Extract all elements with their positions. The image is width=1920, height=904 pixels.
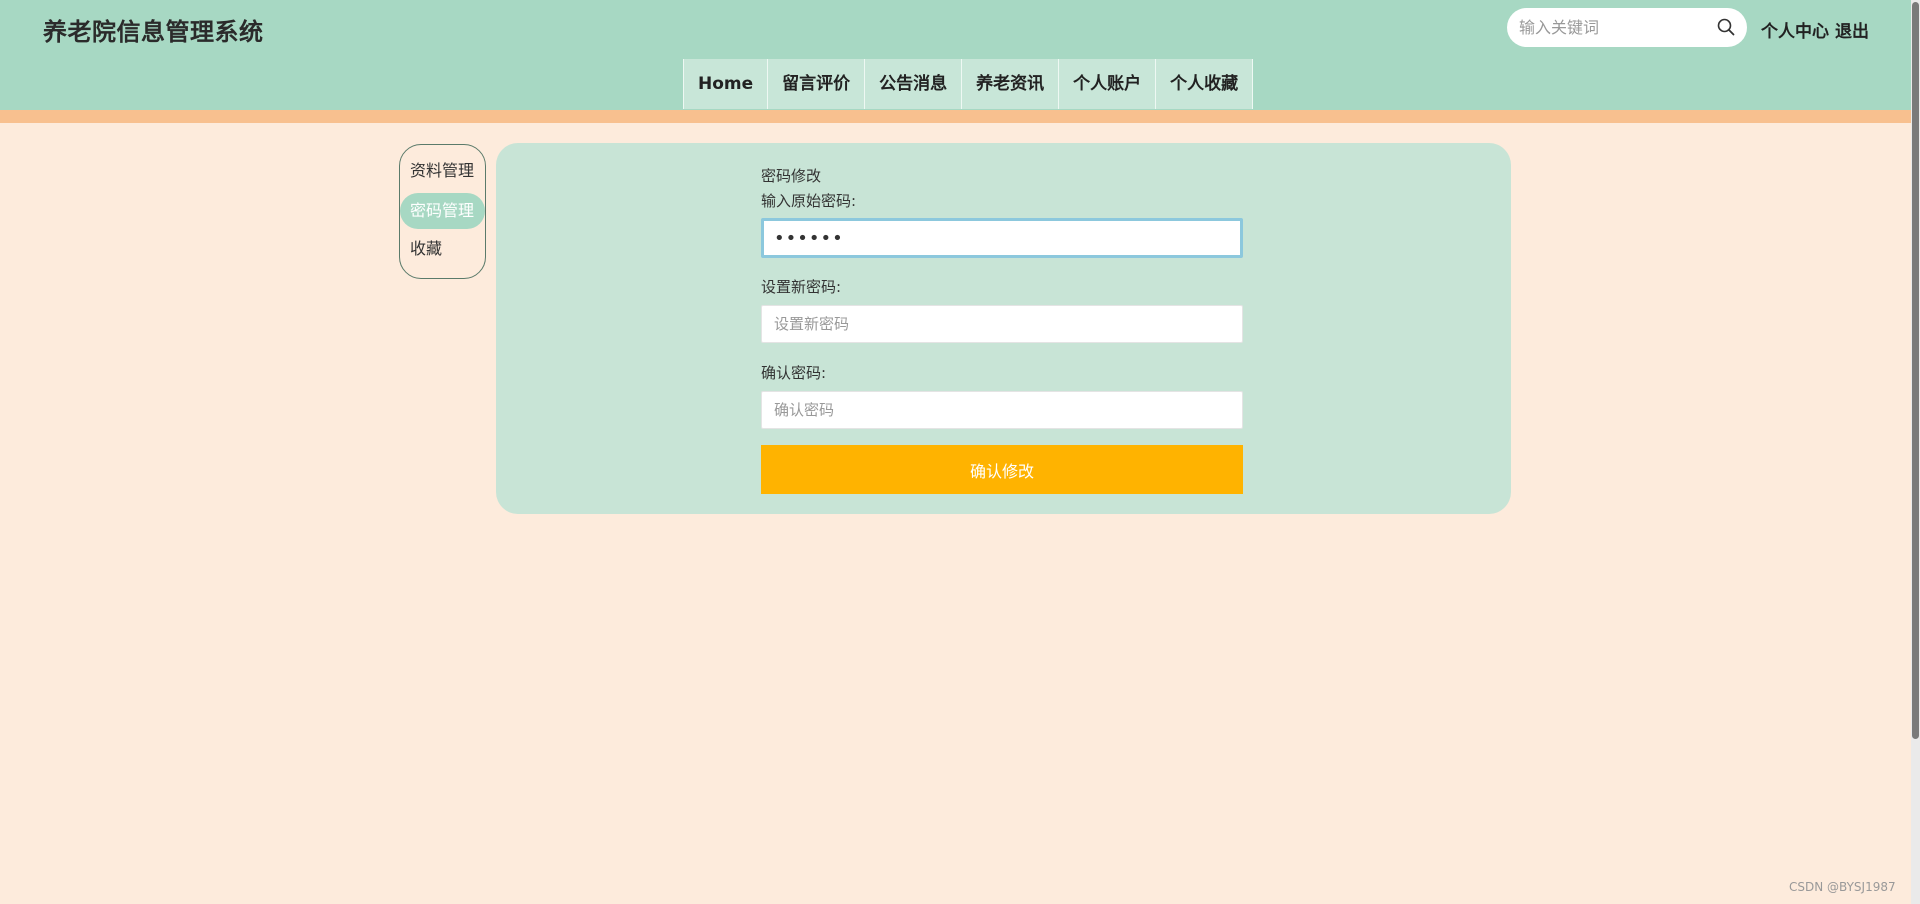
nav-item-home[interactable]: Home [683,59,769,109]
nav-item-reviews[interactable]: 留言评价 [768,59,866,109]
confirm-password-label: 确认密码: [761,364,827,382]
site-title: 养老院信息管理系统 [43,18,264,46]
logout-link[interactable]: 退出 [1835,17,1869,42]
scrollbar-thumb[interactable] [1912,2,1919,739]
side-item-favorites[interactable]: 收藏 [400,231,485,267]
new-password-field[interactable] [761,305,1243,343]
side-item-profile-management[interactable]: 资料管理 [400,153,485,189]
watermark: CSDN @BYSJ1987 [1789,880,1896,894]
confirm-password-field[interactable] [761,391,1243,429]
accent-bar [0,110,1920,123]
search-box[interactable] [1507,8,1747,47]
personal-center-link[interactable]: 个人中心 [1761,17,1829,42]
search-icon[interactable] [1717,18,1735,36]
nav-item-announcements[interactable]: 公告消息 [865,59,963,109]
nav-item-favorites[interactable]: 个人收藏 [1156,59,1254,109]
old-password-field[interactable] [761,218,1243,258]
nav-item-elderly-news[interactable]: 养老资讯 [962,59,1060,109]
old-password-label: 输入原始密码: [761,192,857,210]
header: 养老院信息管理系统 个人中心 退出 Home 留言评价 公告消息 养老资讯 个人… [0,0,1920,110]
side-item-password-management[interactable]: 密码管理 [400,193,485,229]
side-menu: 资料管理 密码管理 收藏 [399,144,486,279]
form-heading: 密码修改 [761,167,822,185]
main-nav: Home 留言评价 公告消息 养老资讯 个人账户 个人收藏 [683,59,1254,109]
search-input[interactable] [1519,8,1709,47]
nav-item-personal-account[interactable]: 个人账户 [1059,59,1157,109]
new-password-label: 设置新密码: [761,278,842,296]
confirm-change-button[interactable]: 确认修改 [761,445,1243,494]
